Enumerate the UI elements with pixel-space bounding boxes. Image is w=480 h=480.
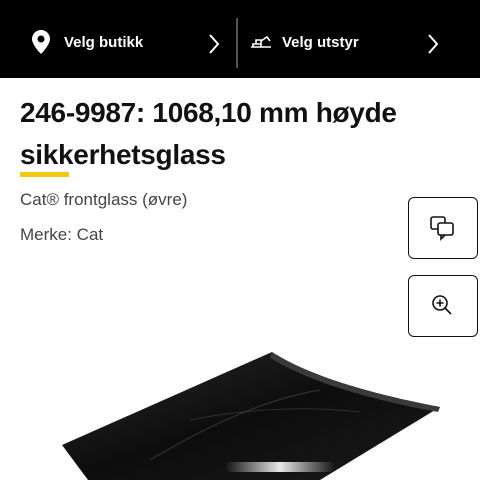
compare-icon [430,216,454,241]
product-title: 246-9987: 1068,10 mm høyde sikkerhetsgla… [20,92,440,176]
product-description: Cat® frontglass (øvre) [20,190,188,209]
nav-divider [236,18,238,68]
select-store-button[interactable]: Velg butikk [0,0,236,78]
title-accent-bar [20,172,69,177]
product-brand: Merke: Cat [20,225,104,244]
product-title-line1: 246-9987: 1068,10 mm høyde [20,97,397,128]
location-pin-icon [32,30,50,54]
select-equipment-button[interactable]: Velg utstyr [240,0,480,78]
select-store-label: Velg butikk [64,34,144,51]
top-navigation-bar: Velg butikk Velg utstyr [0,0,480,78]
zoom-in-icon [432,295,452,315]
chevron-right-icon [209,34,220,54]
product-title-line2: sikkerhetsglass [20,139,226,170]
excavator-icon [251,35,271,48]
compare-button[interactable] [408,197,478,259]
zoom-button[interactable] [408,275,478,337]
select-equipment-label: Velg utstyr [282,34,359,51]
chevron-right-icon [428,34,439,54]
product-glass-image [62,352,440,480]
